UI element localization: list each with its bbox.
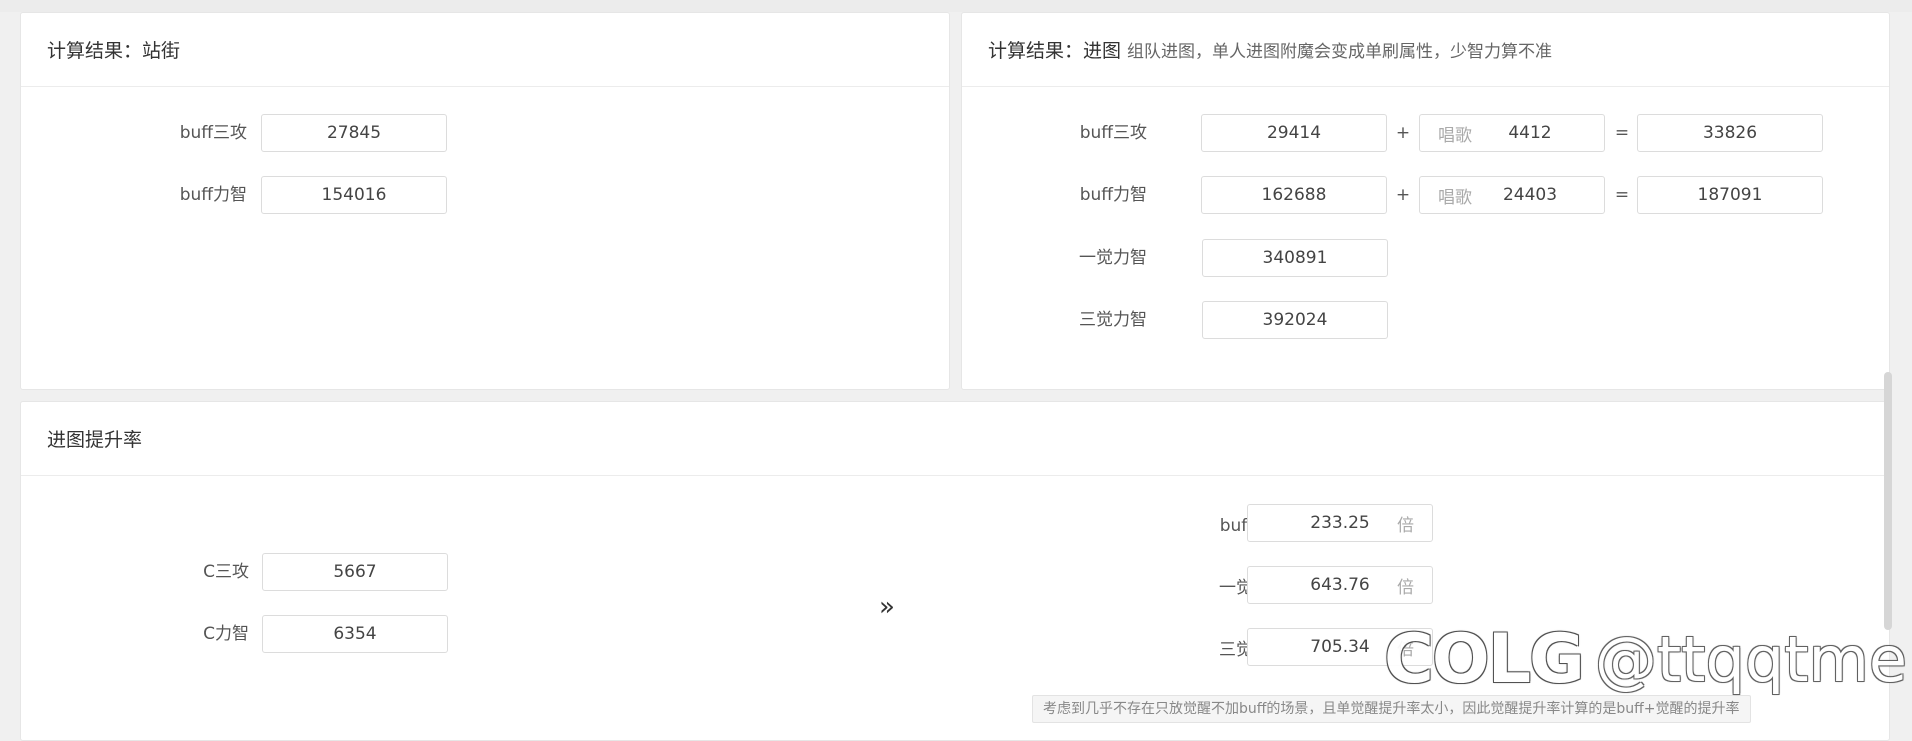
c-attack-input[interactable]: 5667 (262, 553, 448, 591)
dungeon-card-note: 组队进图，单人进图附魔会变成单刷属性，少智力算不准 (1127, 42, 1553, 62)
dungeon-buff-stat-value: 162688 (1261, 185, 1327, 205)
rate-card-header: 进图提升率 (21, 402, 1889, 476)
awaken1-stat-value: 340891 (1262, 248, 1328, 268)
song-prefix: 唱歌 (1438, 187, 1472, 208)
song-prefix: 唱歌 (1438, 125, 1472, 146)
standing-buff-stat-value: 154016 (321, 185, 387, 205)
equals-sign: = (1614, 123, 1630, 143)
standing-card-title: 计算结果：站街 (47, 40, 181, 62)
dungeon-buff-attack-value: 29414 (1266, 123, 1322, 143)
top-strip (0, 0, 1912, 12)
awaken1-rate-value: 643.76 (1310, 575, 1370, 595)
rate-card-title: 进图提升率 (47, 429, 143, 451)
rate-input-label: C力智 (203, 624, 249, 644)
dungeon-row-label: buff三攻 (1079, 123, 1147, 143)
rate-unit: 倍 (1397, 577, 1414, 598)
vertical-scrollbar[interactable] (1884, 372, 1892, 630)
dungeon-row-label: buff力智 (1079, 185, 1147, 205)
c-attack-value: 5667 (333, 562, 377, 582)
double-chevron-right-icon: » (879, 592, 895, 622)
awaken3-stat-value: 392024 (1262, 310, 1328, 330)
c-stat-value: 6354 (333, 624, 377, 644)
standing-buff-attack-value: 27845 (326, 123, 382, 143)
rate-unit: 倍 (1397, 515, 1414, 536)
dungeon-total-attack-field[interactable]: 33826 (1637, 114, 1823, 152)
plus-sign: + (1395, 123, 1411, 143)
colg-logo: COLG (1384, 620, 1585, 699)
rate-result-label: buff (1219, 516, 1253, 536)
dungeon-total-attack-value: 33826 (1702, 123, 1758, 143)
rate-input-label: C三攻 (203, 562, 249, 582)
awaken3-rate-value: 705.34 (1310, 637, 1370, 657)
plus-sign: + (1395, 185, 1411, 205)
dungeon-buff-stat-field[interactable]: 162688 (1201, 176, 1387, 214)
dungeon-card-header: 计算结果：进图 组队进图，单人进图附魔会变成单刷属性，少智力算不准 (962, 13, 1889, 87)
dungeon-total-stat-field[interactable]: 187091 (1637, 176, 1823, 214)
dungeon-buff-attack-field[interactable]: 29414 (1201, 114, 1387, 152)
watermark-handle: @ttqqtme (1594, 623, 1908, 696)
standing-row-label: buff三攻 (179, 123, 247, 143)
standing-card-header: 计算结果：站街 (21, 13, 949, 87)
rate-result-label: 三觉 (1219, 640, 1253, 660)
awaken-rate-tooltip: 考虑到几乎不存在只放觉醒不加buff的场景，且单觉醒提升率太小，因此觉醒提升率计… (1032, 695, 1751, 723)
standing-result-card: 计算结果：站街 buff三攻 27845 buff力智 154016 (20, 12, 950, 390)
standing-buff-attack-field[interactable]: 27845 (261, 114, 447, 152)
equals-sign: = (1614, 185, 1630, 205)
dungeon-song-attack-field[interactable]: 唱歌 4412 (1419, 114, 1605, 152)
awaken1-rate-field[interactable]: 643.76 倍 (1247, 566, 1433, 604)
dungeon-song-attack-value: 4412 (1508, 123, 1552, 143)
dungeon-total-stat-value: 187091 (1697, 185, 1763, 205)
awaken1-stat-field[interactable]: 340891 (1202, 239, 1388, 277)
awaken1-label: 一觉力智 (1079, 248, 1147, 268)
buff-rate-field[interactable]: 233.25 倍 (1247, 504, 1433, 542)
awaken3-stat-field[interactable]: 392024 (1202, 301, 1388, 339)
rate-result-label: 一觉 (1219, 578, 1253, 598)
awaken3-label: 三觉力智 (1079, 310, 1147, 330)
dungeon-song-stat-value: 24403 (1502, 185, 1558, 205)
dungeon-song-stat-field[interactable]: 唱歌 24403 (1419, 176, 1605, 214)
dungeon-result-card: 计算结果：进图 组队进图，单人进图附魔会变成单刷属性，少智力算不准 buff三攻… (961, 12, 1890, 390)
standing-row-label: buff力智 (179, 185, 247, 205)
colg-watermark: COLG @ttqqtme (1384, 620, 1907, 699)
c-stat-input[interactable]: 6354 (262, 615, 448, 653)
buff-rate-value: 233.25 (1310, 513, 1370, 533)
standing-buff-stat-field[interactable]: 154016 (261, 176, 447, 214)
dungeon-card-title: 计算结果：进图 (988, 40, 1122, 62)
